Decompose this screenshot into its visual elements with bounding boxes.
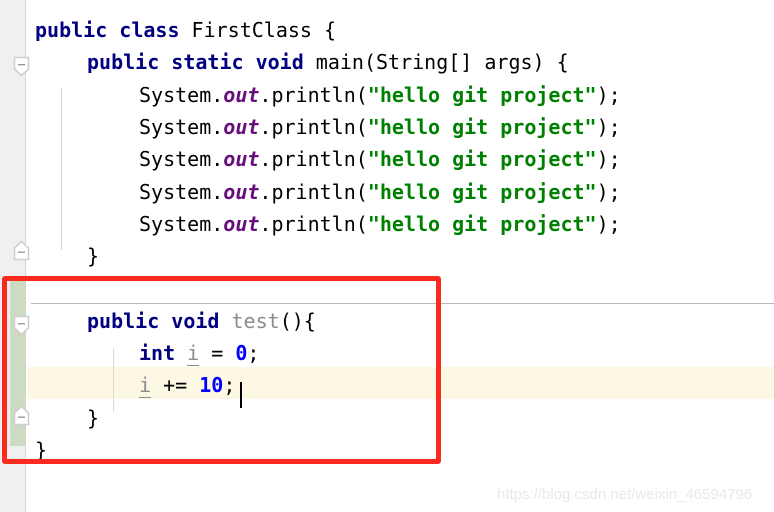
code-token-plain: += [151,373,200,398]
code-token-keyword: int [139,341,176,365]
code-line-content: } [27,240,99,272]
code-token-plain: ); [596,211,621,236]
code-token-gray: test [231,308,280,333]
code-token-plain: ); [596,114,621,139]
code-token-plain: = [199,341,236,365]
code-token-unused: i [187,341,200,366]
code-line-content: System.out.println("hello git project"); [27,143,621,175]
code-line[interactable]: i += 10; [27,369,774,401]
code-token-plain: System. [139,82,224,107]
code-token-plain: System. [139,114,224,139]
code-line-content: } [27,402,99,434]
code-line[interactable]: System.out.println("hello git project"); [27,111,774,143]
code-editor-screenshot: public class FirstClass {public static v… [0,0,774,512]
code-line[interactable]: public void test(){ [27,305,774,337]
code-text-area[interactable]: public class FirstClass {public static v… [27,0,774,512]
code-token-keyword: public [87,308,160,333]
code-line[interactable]: public static void main(String[] args) { [27,46,774,78]
code-line[interactable]: } [27,240,774,272]
code-token-plain: ); [596,147,621,172]
code-token-plain: System. [139,147,224,172]
code-token-static: out [223,82,260,107]
code-token-keyword: static [171,50,244,75]
code-line-content: System.out.println("hello git project"); [27,79,621,111]
code-token-string: "hello git project" [367,82,597,107]
code-token-plain: } [87,405,100,430]
code-token-keyword: class [119,18,180,42]
code-token-plain: .println( [259,211,368,236]
code-token-unused: i [139,373,152,399]
code-line-content: public class FirstClass { [27,14,336,46]
code-line[interactable]: int i = 0; [27,337,774,369]
code-token-plain: .println( [259,114,368,139]
watermark: https://blog.csdn.net/weixin_46594796 [497,486,753,503]
code-token-number: 10 [199,373,224,398]
code-token-keyword: public [35,18,108,42]
code-token-static: out [223,211,260,236]
code-line[interactable]: System.out.println("hello git project"); [27,79,774,111]
code-line[interactable]: } [27,402,774,434]
code-token-plain: ; [247,341,260,365]
code-token-plain: FirstClass { [179,18,337,42]
code-token-plain: ); [596,179,621,204]
code-line-content: public static void main(String[] args) { [27,46,569,78]
code-token-string: "hello git project" [367,179,597,204]
code-token-keyword: void [255,50,304,75]
code-line[interactable]: public class FirstClass { [27,14,774,46]
code-line[interactable]: System.out.println("hello git project"); [27,208,774,240]
code-token-plain: } [35,437,48,462]
code-token-string: "hello git project" [367,147,597,172]
code-line[interactable]: System.out.println("hello git project"); [27,143,774,175]
code-token-plain: System. [139,179,224,204]
code-token-static: out [223,179,260,204]
code-line-content: i += 10; [27,369,235,401]
code-token-plain: (){ [279,308,316,333]
code-line-content: } [27,434,47,466]
code-token-plain: System. [139,211,224,236]
code-token-static: out [223,114,260,139]
code-token-string: "hello git project" [367,114,597,139]
code-token-string: "hello git project" [367,211,597,236]
code-line-content: System.out.println("hello git project"); [27,111,621,143]
code-line[interactable]: } [27,434,774,466]
text-caret [240,382,242,408]
code-token-number: 0 [235,341,248,365]
code-line[interactable]: System.out.println("hello git project"); [27,176,774,208]
code-token-plain: main(String[] args) { [303,50,569,75]
code-token-plain: } [87,244,100,269]
code-token-plain: .println( [259,147,368,172]
code-line[interactable] [27,272,774,304]
code-token-plain: .println( [259,82,368,107]
code-token-keyword: void [171,308,220,333]
code-token-plain: .println( [259,179,368,204]
code-token-static: out [223,147,260,172]
code-line-content: System.out.println("hello git project"); [27,176,621,208]
code-line-content: public void test(){ [27,305,316,337]
code-line-content: int i = 0; [27,337,259,369]
code-token-plain: ; [223,373,236,398]
code-line-content: System.out.println("hello git project"); [27,208,621,240]
code-token-plain: ); [596,82,621,107]
code-token-keyword: public [87,50,160,75]
